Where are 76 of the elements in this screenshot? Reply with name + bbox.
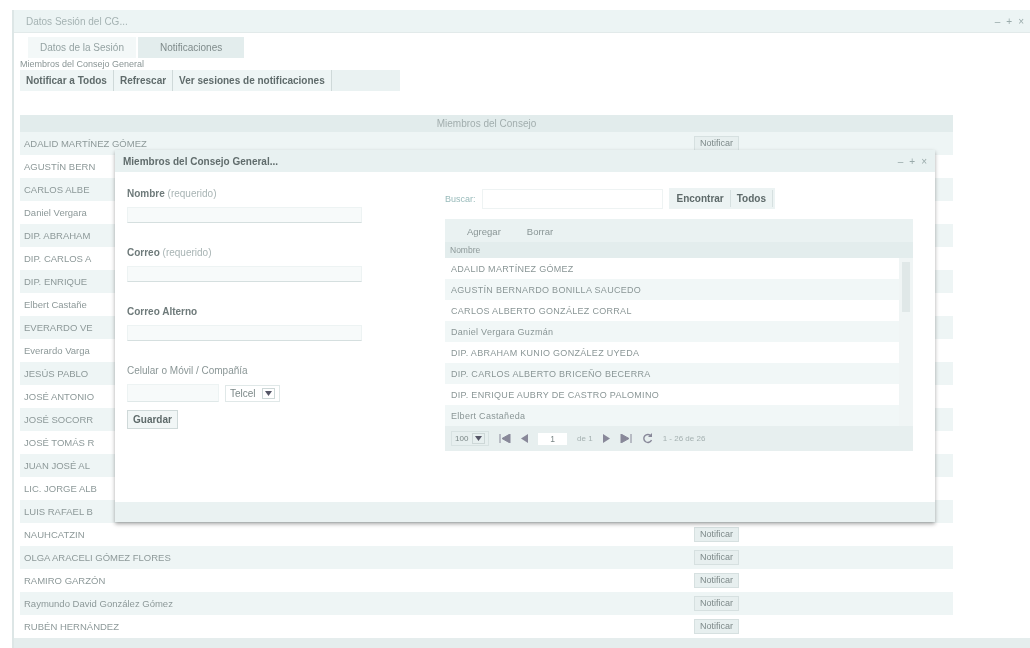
save-button[interactable]: Guardar [127, 410, 178, 429]
scrollbar[interactable] [899, 258, 913, 426]
name-cell: JOSÉ ANTONIO [24, 391, 95, 402]
name-cell: Raymundo David González Gómez [24, 598, 173, 609]
list-row[interactable]: CARLOS ALBERTO GONZÁLEZ CORRAL [445, 300, 899, 321]
notify-button[interactable]: Notificar [694, 550, 739, 565]
list-row[interactable]: DIP. CARLOS ALBERTO BRICEÑO BECERRA [445, 363, 899, 384]
name-cell: AGUSTÍN BERN [24, 161, 96, 172]
toolbar-button[interactable]: Ver sesiones de notificaciones [173, 70, 332, 91]
window-control[interactable]: – [994, 15, 1001, 27]
search-button[interactable]: Todos [730, 190, 773, 207]
window-control[interactable]: × [921, 155, 927, 167]
dialog-title: Miembros del Consejo General... [123, 155, 279, 167]
name-cell: Elbert Castañe [24, 299, 87, 310]
column-header: Nombre [445, 242, 913, 258]
window-control[interactable]: – [897, 155, 904, 167]
name-cell: JOSÉ TOMÁS R [24, 437, 95, 448]
name-cell: RUBÉN HERNÁNDEZ [24, 621, 119, 632]
input-field[interactable] [127, 266, 362, 282]
name-cell: ADALID MARTÍNEZ GÓMEZ [24, 138, 147, 149]
list-row[interactable]: Daniel Vergara Guzmán [445, 321, 899, 342]
toolbar-button[interactable]: Notificar a Todos [20, 70, 114, 91]
list-row[interactable]: DIP. ABRAHAM KUNIO GONZÁLEZ UYEDA [445, 342, 899, 363]
window-title: Datos Sesión del CG... [26, 15, 128, 27]
name-cell: NAUHCATZIN [24, 529, 85, 540]
notify-button[interactable]: Notificar [694, 596, 739, 611]
name-cell: CARLOS ALBE [24, 184, 90, 195]
last-page-icon[interactable] [619, 434, 632, 443]
section-label: Miembros del Consejo General [20, 58, 146, 70]
refresh-icon[interactable] [641, 433, 653, 444]
field-label: Correo Alterno [127, 306, 198, 317]
page-field[interactable]: 1 [538, 432, 568, 445]
search-label: Buscar: [445, 193, 476, 204]
toolbar-button[interactable]: Borrar [520, 225, 560, 238]
name-cell: JESÚS PABLO [24, 368, 89, 379]
previous-page-icon[interactable] [521, 434, 529, 443]
tab[interactable]: Datos de la Sesión [28, 37, 136, 58]
tab[interactable]: Notificaciones [137, 37, 245, 58]
name-cell: DIP. ENRIQUE [24, 276, 88, 287]
field-label: Nombre (requerido) [127, 188, 217, 199]
list-row[interactable]: Elbert Castañeda [445, 405, 899, 426]
notify-button[interactable]: Notificar [694, 573, 739, 588]
name-cell: LIC. JORGE ALB [24, 483, 97, 494]
input-field[interactable] [127, 384, 219, 402]
company-select[interactable]: Telcel [225, 384, 280, 402]
next-page-icon[interactable] [602, 434, 610, 443]
notify-button[interactable]: Notificar [694, 527, 739, 542]
toolbar-button[interactable]: Refrescar [113, 70, 174, 91]
name-cell: JOSÉ SOCORR [24, 414, 94, 425]
notify-button[interactable]: Notificar [694, 619, 739, 634]
window-control[interactable]: + [1006, 15, 1013, 27]
column-header: Miembros del Consejo [20, 115, 953, 132]
name-cell: EVERARDO VE [24, 322, 93, 333]
window-control[interactable]: × [1018, 15, 1024, 27]
first-page-icon[interactable] [499, 434, 512, 443]
window-control[interactable]: + [909, 155, 916, 167]
field-label: Celular o Móvil / Compañía [127, 365, 248, 376]
name-cell: RAMIRO GARZÓN [24, 575, 106, 586]
name-cell: Daniel Vergara [24, 207, 87, 218]
name-cell: DIP. CARLOS A [24, 253, 92, 264]
search-button[interactable]: Encontrar [670, 190, 731, 207]
list-row[interactable]: AGUSTÍN BERNARDO BONILLA SAUCEDO [445, 279, 899, 300]
name-cell: Everardo Varga [24, 345, 90, 356]
caret-icon [472, 433, 486, 444]
name-cell: DIP. ABRAHAM [24, 230, 91, 241]
field-label: Correo (requerido) [127, 247, 212, 258]
caret-icon [261, 387, 275, 399]
list-row[interactable]: ADALID MARTÍNEZ GÓMEZ [445, 258, 899, 279]
name-cell: JUAN JOSÉ AL [24, 460, 90, 471]
name-cell: OLGA ARACELI GÓMEZ FLORES [24, 552, 171, 563]
input-field[interactable] [127, 325, 362, 341]
list-row[interactable]: DIP. ENRIQUE AUBRY DE CASTRO PALOMINO [445, 384, 899, 405]
toolbar-button[interactable]: Agregar [461, 225, 507, 238]
input-field[interactable] [127, 207, 362, 223]
name-cell: LUIS RAFAEL B [24, 506, 93, 517]
page-size-select[interactable]: 100 [451, 431, 490, 446]
